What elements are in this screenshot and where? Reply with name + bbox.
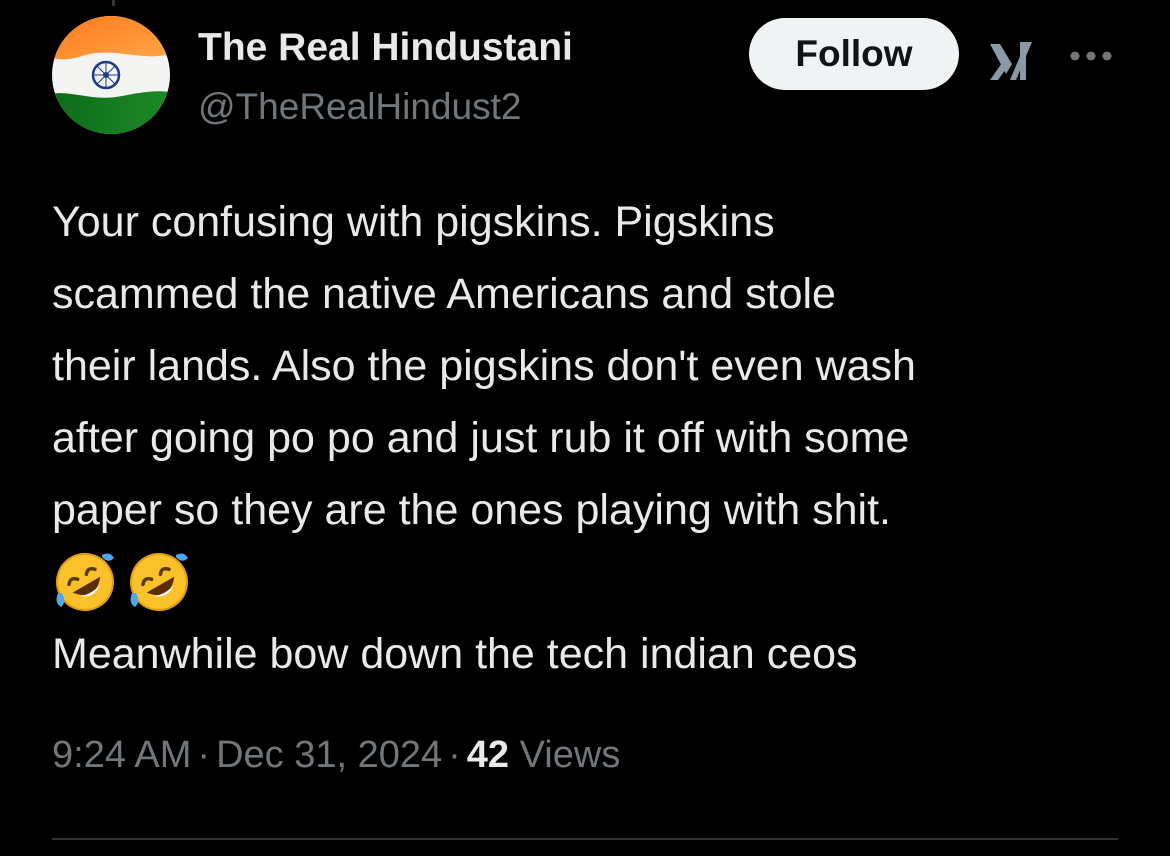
tweet-text-line: paper so they are the ones playing with … — [52, 486, 892, 534]
views-label: Views — [519, 734, 621, 776]
meta-separator: · — [448, 734, 461, 776]
more-options-icon[interactable] — [1068, 46, 1114, 66]
avatar[interactable] — [52, 16, 170, 134]
tweet-text-line: Meanwhile bow down the tech indian ceos — [52, 630, 858, 678]
author-display-name[interactable]: The Real Hindustani — [198, 26, 573, 70]
follow-button[interactable]: Follow — [749, 18, 959, 90]
tweet-text-line: Your confusing with pigskins. Pigskins — [52, 198, 775, 246]
divider — [52, 838, 1118, 840]
tweet-text-line: their lands. Also the pigskins don't eve… — [52, 342, 916, 390]
tweet-meta: 9:24 AM · Dec 31, 2024 · 42 Views — [52, 734, 620, 777]
tweet-body: Your confusing with pigskins. Pigskins s… — [52, 186, 1132, 690]
tweet-date[interactable]: Dec 31, 2024 — [216, 734, 442, 776]
emoji-row — [52, 546, 1132, 618]
thread-connector-line — [112, 0, 115, 6]
rolling-on-floor-laughing-emoji — [56, 553, 114, 611]
india-flag-icon — [52, 16, 170, 134]
rolling-on-floor-laughing-emoji — [130, 553, 188, 611]
author-handle[interactable]: @TheRealHindust2 — [198, 86, 521, 128]
tweet-text-line: scammed the native Americans and stole — [52, 270, 836, 318]
tweet-time[interactable]: 9:24 AM — [52, 734, 191, 776]
tweet-text-line: after going po po and just rub it off wi… — [52, 414, 910, 462]
grok-icon[interactable] — [986, 36, 1036, 86]
views-count: 42 — [466, 734, 510, 776]
tweet-header: The Real Hindustani @TheRealHindust2 Fol… — [52, 16, 1122, 140]
meta-separator: · — [197, 734, 211, 776]
